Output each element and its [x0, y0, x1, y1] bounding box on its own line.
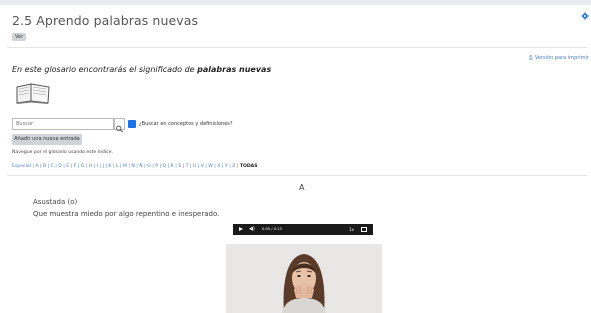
speed-control[interactable]: 1x — [349, 227, 354, 232]
search-definitions-checkbox[interactable] — [128, 120, 136, 134]
print-version-link[interactable]: ⎙ Versión para imprimir — [529, 55, 589, 61]
time-readout: 0:00 / 0:13 — [262, 227, 282, 231]
woman-illustration — [226, 244, 382, 313]
fullscreen-icon[interactable] — [361, 226, 367, 232]
scared-woman-image — [226, 244, 382, 313]
entry-definition: Que muestra miedo por algo repentino e i… — [33, 210, 220, 218]
view-badge: Ver — [12, 33, 27, 41]
play-icon[interactable] — [239, 227, 243, 231]
book-icon — [16, 83, 50, 104]
audio-player[interactable]: ◀) 0:00 / 0:13 1x — [233, 224, 373, 235]
divider — [7, 47, 587, 48]
entry-term: Asustada (o) — [33, 198, 78, 206]
check-icon — [129, 128, 136, 134]
search-icon — [116, 125, 124, 133]
add-entry-button[interactable]: Añadir una nueva entrada — [12, 134, 82, 145]
search-input[interactable] — [12, 118, 114, 130]
gear-icon[interactable] — [581, 12, 589, 20]
volume-icon[interactable]: ◀) — [249, 226, 255, 232]
index-hint: Navegue por el glosario usando este índi… — [12, 150, 113, 155]
divider — [7, 175, 587, 176]
letter-heading: A — [299, 183, 305, 192]
page-title: 2.5 Aprendo palabras nuevas — [12, 13, 199, 28]
top-bar — [0, 0, 591, 5]
print-icon: ⎙ — [528, 55, 533, 61]
search-button[interactable] — [114, 118, 125, 133]
glossary-intro: En este glosario encontrarás el signific… — [12, 65, 272, 74]
search-definitions-label: ¿Buscar en conceptos y definiciones? — [139, 121, 233, 127]
alphabet-index[interactable]: Especial | A | B | C | D | E | F | G | H… — [12, 164, 258, 169]
